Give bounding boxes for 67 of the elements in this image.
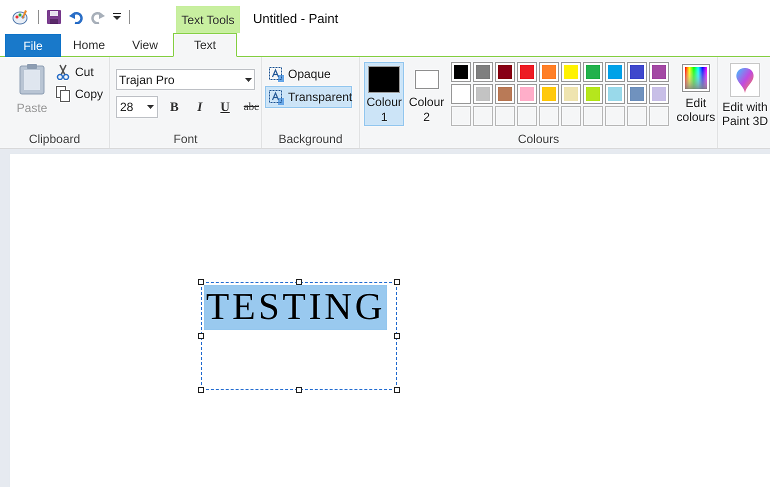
font-family-dropdown[interactable]: Trajan Pro [116, 69, 255, 90]
strikethrough-button[interactable]: abc [242, 98, 262, 116]
italic-button[interactable]: I [191, 97, 208, 117]
font-size-dropdown[interactable]: 28 [116, 96, 158, 118]
caret-icon [245, 78, 252, 82]
resize-handle[interactable] [394, 387, 400, 393]
text-background-icon [269, 90, 284, 104]
clipboard-icon [19, 63, 45, 95]
palette-swatch[interactable] [626, 84, 647, 104]
background-option[interactable]: Opaque [265, 63, 352, 85]
underline-button[interactable]: U [216, 97, 234, 117]
text-box[interactable]: TESTING [201, 282, 397, 390]
dropdown-icon[interactable] [113, 12, 121, 20]
window-title: Untitled - Paint [253, 10, 338, 28]
undo-icon[interactable] [69, 10, 83, 24]
drawing-canvas[interactable]: TESTING [10, 154, 770, 487]
palette-swatch[interactable] [516, 62, 537, 82]
group-label: Background [277, 133, 344, 148]
caret-icon [146, 105, 154, 109]
edit-with-paint-3d-button[interactable]: Edit with Paint 3D [718, 57, 768, 128]
colour-selector[interactable]: Colour 2 [406, 62, 447, 126]
palette-swatch[interactable] [604, 84, 625, 104]
file-tab[interactable]: File [5, 34, 61, 57]
palette-swatch[interactable] [604, 62, 625, 82]
palette-swatch[interactable] [560, 84, 581, 104]
resize-handle[interactable] [296, 387, 302, 393]
redo-icon[interactable] [91, 10, 105, 24]
background-option[interactable]: Transparent [265, 86, 352, 108]
resize-handle[interactable] [394, 333, 400, 339]
palette-swatch[interactable] [494, 84, 515, 104]
group-label: Clipboard [28, 133, 82, 148]
text-background-icon [269, 66, 284, 82]
palette-swatch[interactable] [472, 84, 493, 104]
save-icon[interactable] [47, 10, 61, 24]
palette-swatch[interactable] [472, 62, 493, 82]
paint-palette-icon [12, 8, 30, 24]
palette-swatch[interactable] [538, 84, 559, 104]
palette-swatch[interactable] [582, 84, 603, 104]
ribbon-tab[interactable]: Text [173, 33, 237, 57]
group-label: Font [172, 133, 198, 148]
palette-swatch[interactable] [538, 62, 559, 82]
resize-handle[interactable] [198, 279, 204, 285]
ribbon-tab[interactable]: Home [61, 33, 117, 57]
ribbon-tab[interactable]: View [117, 33, 173, 57]
scissors-icon [56, 64, 70, 80]
copy-icon [56, 86, 70, 102]
palette-swatch[interactable] [626, 62, 647, 82]
paint-3d-icon [730, 63, 760, 97]
resize-handle[interactable] [394, 279, 400, 285]
palette-swatch[interactable] [560, 62, 581, 82]
palette-swatch[interactable] [648, 62, 669, 82]
palette-swatch[interactable] [450, 62, 471, 82]
palette-swatch[interactable] [648, 84, 669, 104]
palette-swatch[interactable] [516, 84, 537, 104]
palette-swatch[interactable] [582, 62, 603, 82]
group-label: Colours [516, 133, 560, 148]
resize-handle[interactable] [198, 333, 204, 339]
colour-spectrum-icon [682, 64, 710, 92]
colour-selector[interactable]: Colour 1 [364, 62, 404, 126]
palette-swatch[interactable] [450, 84, 471, 104]
contextual-tab-header: Text Tools [176, 6, 240, 33]
bold-button[interactable]: B [166, 97, 184, 117]
canvas-text: TESTING [204, 285, 388, 330]
palette-swatch[interactable] [494, 62, 515, 82]
edit-colours-button[interactable]: Edit colours [674, 62, 717, 124]
resize-handle[interactable] [198, 387, 204, 393]
resize-handle[interactable] [296, 279, 302, 285]
